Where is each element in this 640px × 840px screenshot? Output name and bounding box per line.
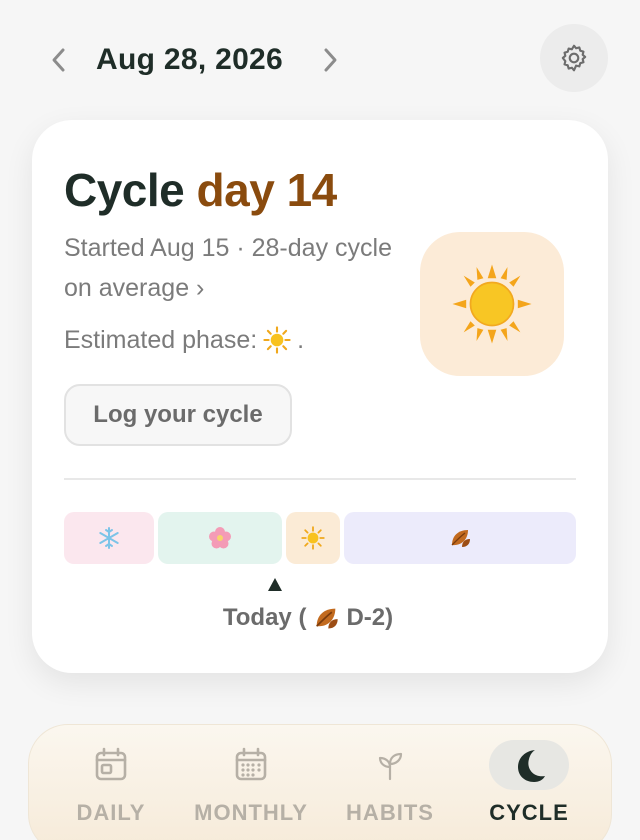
settings-button[interactable]: [540, 24, 608, 92]
date-title: Aug 28, 2026: [96, 43, 284, 76]
sun-icon: [452, 264, 532, 344]
tab-habits[interactable]: HABITS: [325, 740, 455, 836]
tab-daily-icon-wrap: [71, 740, 151, 790]
today-label: Today ( D-2): [32, 604, 584, 632]
leaf-icon: [451, 530, 470, 547]
leaf-icon: [316, 608, 339, 629]
sprout-icon: [378, 752, 403, 781]
cycle-timeline: [64, 512, 576, 564]
card-divider: [64, 478, 576, 480]
tab-daily[interactable]: DAILY: [46, 740, 176, 836]
chevron-right-icon: [324, 48, 337, 72]
today-countdown: D-2): [346, 604, 394, 631]
calendar-month-icon: [235, 747, 267, 781]
cycle-card: Cycle day 14 Started Aug 15 · 28-day cyc…: [32, 120, 608, 673]
log-cycle-button[interactable]: Log your cycle: [64, 384, 292, 446]
sun-icon: [263, 326, 291, 354]
cycle-title: Cycle day 14: [64, 164, 337, 216]
estimated-phase: Estimated phase: .: [64, 320, 304, 360]
cycle-title-word: Cycle: [64, 164, 185, 216]
estimated-phase-end: .: [297, 326, 305, 354]
timeline-segment-summer[interactable]: [286, 512, 340, 564]
timeline-segment-spring[interactable]: [158, 512, 282, 564]
flower-icon: [209, 527, 231, 549]
today-marker: [268, 578, 282, 591]
phase-tile: [420, 232, 564, 376]
tab-cycle-icon-wrap: [489, 740, 569, 790]
cycle-average-link[interactable]: Started Aug 15 · 28-day cycle on average…: [64, 228, 404, 308]
gear-icon: [561, 44, 587, 72]
estimated-phase-label: Estimated phase:: [64, 326, 258, 354]
tab-cycle[interactable]: CYCLE: [464, 740, 594, 836]
tab-monthly[interactable]: MONTHLY: [186, 740, 316, 836]
tab-monthly-icon-wrap: [211, 740, 291, 790]
tab-habits-icon-wrap: [350, 740, 430, 790]
today-prefix: Today (: [222, 604, 307, 631]
snowflake-icon: [99, 527, 119, 549]
next-date-button[interactable]: [312, 40, 348, 80]
cycle-title-day: day 14: [196, 164, 338, 216]
tab-habits-label: HABITS: [346, 800, 434, 825]
tab-cycle-label: CYCLE: [489, 800, 569, 825]
calendar-day-icon: [95, 747, 127, 781]
timeline-segment-autumn[interactable]: [344, 512, 576, 564]
tab-monthly-label: MONTHLY: [194, 800, 308, 825]
prev-date-button[interactable]: [41, 40, 77, 80]
tab-daily-label: DAILY: [76, 800, 146, 825]
timeline-segment-winter[interactable]: [64, 512, 154, 564]
chevron-left-icon: [52, 48, 65, 72]
header: Aug 28, 2026: [0, 0, 640, 120]
moon-icon: [518, 750, 545, 782]
sun-icon: [301, 526, 325, 550]
